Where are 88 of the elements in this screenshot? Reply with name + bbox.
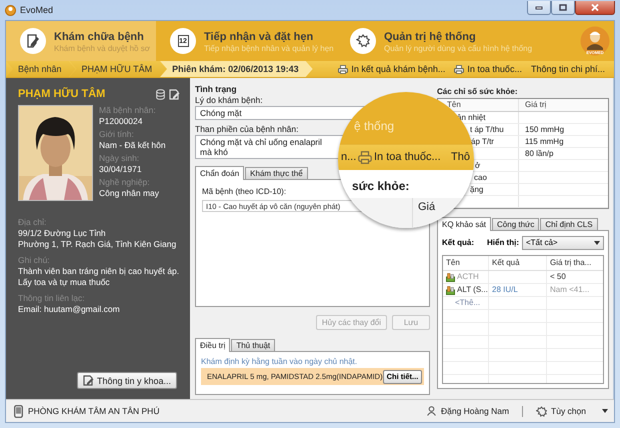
tab[interactable]: Chẩn đoán [195,166,244,180]
field-value: 30/04/1971 [99,164,143,175]
flask-icon [446,272,455,282]
patient-name: PHẠM HỮU TÂM [18,88,106,100]
field-value: Công nhân may [99,188,160,199]
notepad-icon [26,34,40,48]
printer-icon [338,64,348,74]
tab[interactable]: Điều trị [195,338,230,352]
breadcrumb-item[interactable]: PHẠM HỮU TÂM [70,61,166,77]
app-logo-icon [5,4,16,16]
field-label: Than phiền của bệnh nhân: [195,124,299,135]
maximize-icon [559,4,567,10]
magnified-text: sức khỏe: [352,180,410,193]
section-title: Các chỉ số sức khỏe: [437,86,518,97]
table-cell: 115 mmHg [518,136,608,147]
add-row-link[interactable]: <Thê... [443,297,488,309]
edit-icon [82,375,94,386]
table-cell-text: cao [473,172,488,183]
close-button[interactable] [575,0,615,14]
magnified-text: Thô [451,151,470,164]
close-icon [591,4,599,10]
table-cell-text: ở [474,160,482,171]
medical-info-button[interactable]: Thông tin y khoa... [76,372,177,389]
table-cell: ALT (S... [457,284,488,296]
tab[interactable]: Chỉ định CLS [540,218,598,230]
field-value: Thành viên ban tráng niên bị cao huyết áp. Lấy toa và tự mua thuốc [18,266,180,288]
table-cell: 28 IU/L [488,284,546,296]
field-label: Nghề nghiệp: [99,177,151,188]
field-label: Ghi chú: [18,255,51,266]
caret-icon [594,240,600,244]
filter-dropdown[interactable]: <Tất cả> [522,236,604,250]
toolbar-button[interactable]: Thông tin chi phí... [530,64,605,74]
field-label: Mã bệnh (theo ICD-10): [202,186,286,197]
user-icon [426,406,436,416]
breadcrumb-item[interactable]: Phiên khám: 02/06/2013 19:43 [160,61,313,77]
column-header: Giá trị tha... [546,256,603,270]
maximize-button[interactable] [551,0,575,14]
print-button[interactable]: In kết quả khám bệnh... [338,64,446,74]
table-cell: Nam <41... [546,284,603,296]
field-label: Lý do khám bệnh: [195,95,263,106]
window-title: EvoMed [20,5,54,15]
field-value: Email: huutam@gmail.com [18,304,121,315]
table-cell: ACTH [457,271,479,283]
section-title: Tình trạng [195,84,237,95]
gear-icon [356,34,370,48]
database-icon[interactable] [156,88,165,100]
table-cell: 150 mmHg [518,124,608,135]
magnified-text: Giá [418,201,436,214]
breadcrumb-item[interactable]: Bệnh nhân [6,61,76,77]
field-value: Nam - Đã kết hôn [99,140,166,151]
tab[interactable]: Thủ thuật [231,339,276,351]
edit-icon[interactable] [169,88,180,100]
user-name: Đặng Hoàng Nam [440,406,510,416]
tab[interactable]: Công thức [492,218,540,230]
table-cell: < 50 [546,271,603,283]
options-button[interactable]: Tùy chọn [536,406,608,416]
table-cell-text: t áp T/thu [469,124,505,135]
flask-icon [446,286,455,294]
table-cell: 80 lần/p [518,148,608,159]
field-label: Ngày sinh: [99,153,140,164]
field-value: P12000024 [99,116,144,127]
field-label: Kết quả: [442,238,474,247]
nav-tab[interactable]: Quản trị hệ thống Quản lý người dùng và cấu hình hệ thống [336,21,556,61]
minimize-button[interactable] [527,0,551,14]
clinic-name: PHÒNG KHÁM TÂM AN TÂN PHÚ [28,406,160,416]
gear-icon [536,406,548,416]
caret-icon [602,409,608,413]
treatment-note: Khám định kỳ hằng tuần vào ngày chủ nhật. [201,356,358,367]
minimize-icon [535,4,543,10]
table-cell-text: ặng [469,184,484,195]
column-header: Tên [445,257,461,269]
field-label: Mã bệnh nhân: [99,105,157,116]
column-header: Tên [446,99,462,111]
print-button[interactable]: In toa thuốc... [454,64,522,74]
field-label: Giới tính: [99,129,135,140]
printer-icon [454,64,464,74]
phone-icon [14,404,23,418]
field-label: Thông tin liên lạc: [18,293,86,304]
printer-icon [358,151,372,164]
magnified-text: ệ thống [354,120,394,133]
tab[interactable]: KQ khảo sát [437,217,492,231]
tab[interactable]: Khám thực thể [245,167,308,179]
field-label: Hiển thị: [487,238,519,247]
field-value: 99/1/2 Đường Lục Tỉnh Phường 1, TP. Rạch Giá, Tỉnh Kiên Giang [18,228,178,250]
column-header: Giá trị [518,99,608,111]
column-header: Kết quả [488,256,546,270]
field-label: Địa chỉ: [18,217,48,228]
table-cell-text: áp T/tr [470,136,495,147]
